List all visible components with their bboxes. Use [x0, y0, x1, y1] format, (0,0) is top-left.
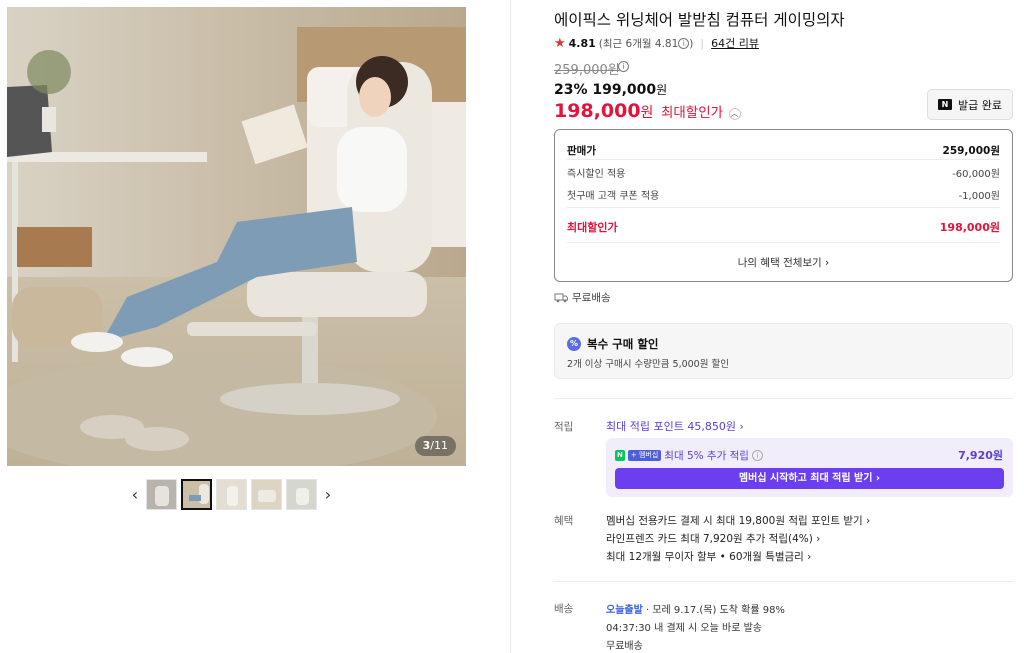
review-count-link[interactable]: 64건 리뷰 [711, 35, 759, 51]
max-price-label: 최대할인가 [660, 105, 724, 121]
membership-badge-icon: + 멤버십 [627, 449, 662, 461]
membership-points-text: 최대 5% 추가 적립 [664, 449, 749, 462]
product-photo [7, 7, 466, 466]
separator: | [700, 36, 705, 50]
points-section-label: 적립 [554, 421, 574, 433]
arrival-estimate: · 모레 9.17.(목) 도착 확률 98% [642, 605, 785, 616]
image-counter: 3/11 [414, 436, 456, 456]
star-icon: ★ [554, 35, 566, 51]
rating-row: ★ 4.81 (최근 6개월 4.81 i) | 64건 리뷰 [554, 35, 759, 51]
membership-points-row: N + 멤버십 최대 5% 추가 적립 i 7,920원 [615, 447, 1003, 463]
product-main-image[interactable]: 3/11 [7, 7, 466, 466]
price-breakdown-box: 판매가 259,000원 즉시할인 적용 -60,000원 첫구매 고객 쿠폰 적용… [554, 129, 1013, 282]
percent-icon: % [567, 337, 581, 351]
naver-coupon-icon: N [938, 99, 952, 110]
coupon-button-label: 발급 완료 [958, 98, 1002, 112]
thumbnail-5[interactable] [286, 478, 317, 510]
benefits-section-label: 혜택 [554, 515, 574, 527]
benefit-line-2[interactable]: 라인프렌즈 카드 최대 7,920원 추가 적립(4%) › [606, 531, 820, 546]
truck-icon [554, 293, 568, 303]
breakdown-divider [567, 242, 1000, 243]
rating-value: 4.81 [568, 36, 596, 50]
max-points-link[interactable]: 최대 적립 포인트 45,850원 › [606, 418, 744, 434]
column-divider [510, 0, 511, 653]
multi-buy-title: % 복수 구매 할인 [567, 336, 659, 352]
thumbnail-4[interactable] [251, 478, 282, 510]
info-icon[interactable]: i [678, 38, 690, 49]
membership-points-box: N + 멤버십 최대 5% 추가 적립 i 7,920원 멤버십 시작하고 최대… [606, 438, 1013, 497]
start-membership-button[interactable]: 멤버십 시작하고 최대 적립 받기 › [615, 468, 1004, 489]
delivery-free-shipping: 무료배송 [606, 641, 643, 652]
thumbnail-1[interactable] [146, 478, 177, 510]
breakdown-divider [567, 159, 1000, 160]
discount-percent: 23% [554, 82, 588, 98]
max-price-unit: 원 [640, 105, 654, 121]
naver-badge-icon: N [615, 449, 625, 461]
thumbnail-2[interactable] [181, 478, 212, 510]
free-shipping-row: 무료배송 [554, 290, 611, 305]
benefit-line-1[interactable]: 멤버십 전용카드 결제 시 최대 19,800원 적립 포인트 받기 › [606, 513, 870, 528]
discount-price-row: 23% 199,000원 [554, 81, 667, 98]
breakdown-divider [567, 207, 1000, 208]
discount-price: 199,000 [592, 82, 657, 98]
breakdown-row-first-purchase-coupon: 첫구매 고객 쿠폰 적용 -1,000원 [567, 191, 1000, 202]
chevron-up-icon[interactable]: ︿ [728, 108, 741, 120]
section-divider [554, 398, 1013, 399]
breakdown-row-instant-discount: 즉시할인 적용 -60,000원 [567, 169, 1000, 180]
today-dispatch-label: 오늘출발 [606, 605, 643, 616]
dispatch-cutoff: 04:37:30 내 결제 시 오늘 바로 발송 [606, 623, 762, 634]
benefit-line-3[interactable]: 최대 12개월 무이자 할부 • 60개월 특별금리 › [606, 549, 811, 564]
original-price: 259,000원 [554, 63, 620, 78]
breakdown-row-max-price: 최대할인가 198,000원 [567, 221, 1000, 234]
price-info-icon[interactable]: i [618, 61, 629, 72]
coupon-issued-button[interactable]: N 발급 완료 [927, 89, 1013, 120]
max-discount-price[interactable]: 198,000원 최대할인가 ︿ [554, 100, 741, 122]
multi-buy-discount-box: % 복수 구매 할인 2개 이상 구매시 수량만큼 5,000원 할인 [554, 323, 1013, 379]
section-divider [554, 581, 1013, 582]
discount-price-unit: 원 [656, 83, 668, 97]
max-price-value: 198,000 [554, 100, 641, 122]
breakdown-row-sale-price: 판매가 259,000원 [567, 145, 1000, 157]
thumbnail-next-arrow[interactable]: › [321, 484, 335, 504]
multi-buy-description: 2개 이상 구매시 수량만큼 5,000원 할인 [567, 359, 729, 370]
view-all-benefits-link[interactable]: 나의 혜택 전체보기 › [555, 255, 1012, 270]
thumbnail-prev-arrow[interactable]: ‹ [128, 484, 142, 504]
rating-recent: (최근 6개월 4.81 i) [598, 37, 694, 50]
delivery-arrival-row: 오늘출발 · 모레 9.17.(목) 도착 확률 98% [606, 601, 785, 616]
info-icon[interactable]: i [751, 449, 763, 461]
membership-points-amount: 7,920원 [958, 449, 1003, 462]
delivery-section-label: 배송 [554, 603, 574, 615]
thumbnail-strip: ‹ › [128, 478, 335, 510]
thumbnail-3[interactable] [216, 478, 247, 510]
product-title: 에이픽스 위닝체어 발받침 컴퓨터 게이밍의자 [554, 11, 845, 29]
